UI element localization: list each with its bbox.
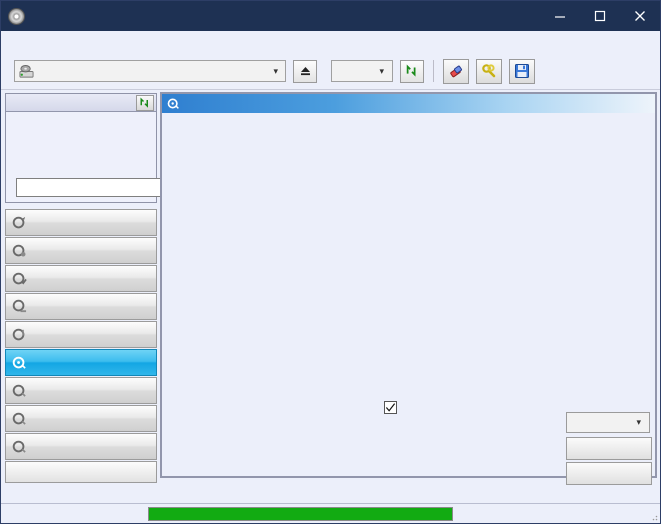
disc-box-header xyxy=(6,94,156,112)
check-icon xyxy=(385,403,396,412)
disc-drive-icon xyxy=(12,299,32,314)
disc-refresh-button[interactable] xyxy=(136,94,154,111)
sidebar-item-disc-quality[interactable] xyxy=(5,349,157,376)
chevron-down-icon: ▾ xyxy=(636,417,641,427)
sidebar-item-verify-test-disc[interactable] xyxy=(5,265,157,292)
disc-extra-icon xyxy=(12,439,32,454)
disc-info-box xyxy=(5,93,219,203)
jitter-checkbox[interactable] xyxy=(384,401,397,414)
close-icon[interactable] xyxy=(620,1,660,31)
erase-button[interactable] xyxy=(443,58,469,84)
disc-transfer-icon xyxy=(12,215,32,230)
disc-verify-icon xyxy=(12,271,32,286)
menu-bar xyxy=(1,31,660,53)
sidebar-item-cd-bler[interactable] xyxy=(5,377,157,404)
refresh-button[interactable] xyxy=(400,59,424,83)
progress-percent xyxy=(453,504,511,524)
window-controls xyxy=(540,1,660,31)
disc-row-type xyxy=(11,115,152,130)
content-header xyxy=(162,94,655,113)
start-part-button[interactable] xyxy=(566,462,652,485)
speed-select-bottom[interactable]: ▾ xyxy=(566,412,650,433)
title-bar xyxy=(1,1,660,31)
toolbar-separator xyxy=(433,60,434,82)
stats-panel: ▾ xyxy=(162,398,655,485)
disc-quality-icon xyxy=(12,355,32,370)
start-full-button[interactable] xyxy=(566,437,652,460)
disc-fete-icon xyxy=(12,411,32,426)
disc-info-icon xyxy=(12,327,32,342)
sidebar-item-disc-info[interactable] xyxy=(5,321,157,348)
disc-create-icon xyxy=(12,243,32,258)
speed-select[interactable]: ▾ xyxy=(331,60,393,82)
chevron-down-icon: ▾ xyxy=(273,65,278,76)
disc-row-length xyxy=(11,145,152,160)
tools-icon xyxy=(482,64,496,78)
app-window: ▾ ▾ ▾ xyxy=(0,0,661,524)
sidebar-item-fe-te[interactable] xyxy=(5,405,157,432)
refresh-icon xyxy=(140,96,148,108)
status-window-button[interactable] xyxy=(5,461,157,483)
disc-label-row xyxy=(11,177,219,198)
disc-rows xyxy=(6,112,219,202)
resize-grip-icon[interactable] xyxy=(648,511,658,521)
refresh-icon xyxy=(406,64,416,77)
disc-row-mid xyxy=(11,130,152,145)
chevron-down-icon: ▾ xyxy=(379,65,384,76)
main-body: ▾ xyxy=(1,90,660,485)
settings-button[interactable] xyxy=(476,58,502,84)
status-bar xyxy=(1,503,660,523)
maximize-icon[interactable] xyxy=(580,1,620,31)
minimize-icon[interactable] xyxy=(540,1,580,31)
sidebar-item-create-test-disc[interactable] xyxy=(5,237,157,264)
menu-extra[interactable] xyxy=(49,40,55,44)
drive-select[interactable]: ▾ xyxy=(14,60,286,82)
menu-start-test[interactable] xyxy=(29,40,35,44)
save-icon xyxy=(515,64,529,78)
sidebar-nav xyxy=(5,209,157,461)
progress-bar-fill xyxy=(149,507,452,520)
drive-icon xyxy=(19,64,34,78)
status-message xyxy=(1,504,146,524)
sidebar-item-drive-info[interactable] xyxy=(5,293,157,320)
menu-file[interactable] xyxy=(9,40,15,44)
eject-button[interactable] xyxy=(293,59,317,83)
disc-bler-icon xyxy=(12,383,32,398)
sidebar-item-extra-tests[interactable] xyxy=(5,433,157,460)
content-panel: ▾ xyxy=(160,92,657,485)
progress-bar xyxy=(148,506,453,521)
status-window-wrap xyxy=(5,461,157,486)
menu-help[interactable] xyxy=(69,40,75,44)
eraser-icon xyxy=(450,65,462,78)
left-panel xyxy=(1,90,219,483)
sidebar-item-transfer-rate[interactable] xyxy=(5,209,157,236)
eject-icon xyxy=(300,67,310,76)
disc-icon xyxy=(8,7,25,25)
disc-row-contents xyxy=(11,160,152,175)
save-button[interactable] xyxy=(509,58,535,84)
disc-quality-icon xyxy=(167,97,180,110)
drive-toolbar: ▾ ▾ xyxy=(1,53,660,90)
